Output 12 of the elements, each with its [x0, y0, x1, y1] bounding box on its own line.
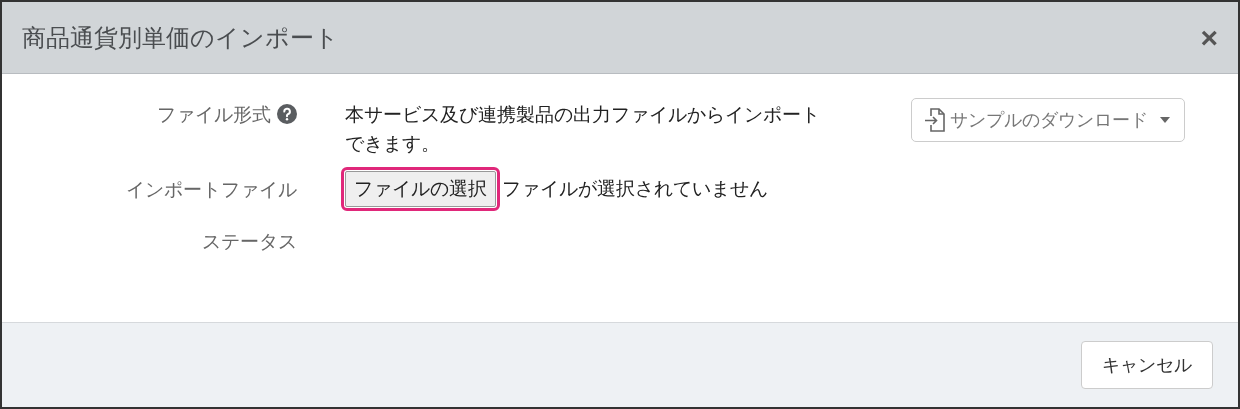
file-import-icon — [924, 107, 946, 133]
caret-icon — [1160, 117, 1170, 123]
cancel-button[interactable]: キャンセル — [1081, 341, 1213, 389]
field-label: ファイル形式 — [157, 102, 271, 127]
help-icon[interactable] — [277, 104, 297, 124]
field-label: インポートファイル — [126, 176, 297, 202]
sample-download-button[interactable]: サンプルのダウンロード — [911, 98, 1185, 142]
dialog-title: 商品通貨別単価のインポート — [22, 22, 339, 54]
description-text: 本サービス及び連携製品の出力ファイルからインポートできます。 — [345, 102, 821, 157]
close-button[interactable]: × — [1200, 22, 1218, 53]
field-label: ステータス — [202, 228, 297, 254]
file-status-text: ファイルが選択されていません — [502, 175, 768, 201]
